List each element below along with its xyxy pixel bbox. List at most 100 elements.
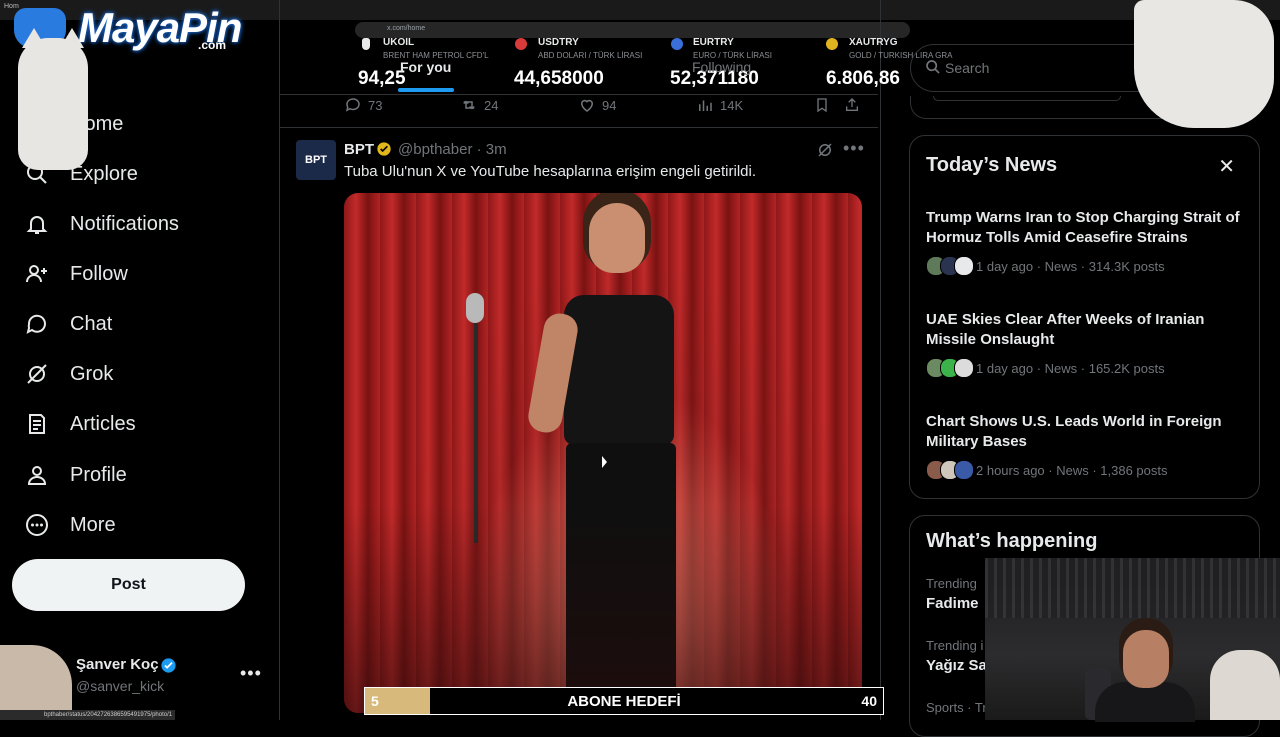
news-avatars (926, 460, 974, 480)
news-meta: 1 day ago · News · 165.2K posts (976, 360, 1165, 376)
like-button[interactable]: 94 (578, 96, 616, 114)
news-item[interactable]: Trump Warns Iran to Stop Charging Strait… (926, 208, 1246, 276)
news-item[interactable]: Chart Shows U.S. Leads World in Foreign … (926, 412, 1246, 480)
account-avatar[interactable] (0, 645, 72, 720)
ticker-symbol: USDTRY (538, 37, 579, 48)
sidebar-item-more[interactable]: More (22, 505, 116, 545)
news-avatars (926, 358, 974, 378)
trend-name: Fadime (926, 595, 979, 612)
sidebar-item-grok[interactable]: Grok (22, 354, 113, 394)
reply-button[interactable]: 73 (344, 96, 382, 114)
tweet-text: Tuba Ulu'nun X ve YouTube hesaplarına er… (344, 163, 757, 180)
trend-name: Yağız Sa (926, 657, 987, 674)
chat-icon (22, 309, 52, 339)
card-title: What’s happening (926, 530, 1098, 552)
sidebar-item-label: Grok (70, 362, 114, 385)
trend-context: Sports · Tr (926, 700, 987, 715)
person-add-icon (22, 259, 52, 289)
repost-button[interactable]: 24 (460, 96, 498, 114)
cat-sticker (1134, 0, 1274, 128)
account-handle: @sanver_kick (76, 678, 165, 694)
sidebar-item-label: Profile (70, 463, 127, 486)
more-circle-icon (22, 510, 52, 540)
verified-gold-icon (377, 142, 391, 156)
subscriber-goal-bar: 5 ABONE HEDEFİ 40 (364, 687, 884, 715)
sidebar-item-label: Explore (70, 162, 138, 185)
trend-item[interactable]: Trending i Yağız Sa (926, 638, 987, 674)
profile-icon (22, 460, 52, 490)
tweet-handle-time[interactable]: @bpthaber · 3m (398, 141, 507, 158)
share-button[interactable] (844, 96, 860, 114)
tweet-more-icon[interactable]: ••• (843, 138, 865, 159)
sidebar-item-label: Notifications (70, 212, 179, 235)
heart-icon (580, 99, 594, 112)
like-count: 94 (602, 97, 617, 113)
reply-count: 73 (368, 97, 383, 113)
bookmark-button[interactable] (814, 96, 830, 114)
tab-following[interactable]: Following (692, 59, 751, 75)
card-title: Today’s News (926, 154, 1058, 176)
close-icon[interactable]: ✕ (1218, 154, 1235, 179)
share-icon (846, 98, 858, 111)
reply-icon (345, 98, 360, 112)
ticker-value: 44,658000 (514, 68, 604, 89)
tweet-author-avatar[interactable]: BPT (296, 140, 336, 180)
divider (280, 127, 878, 128)
repost-icon (463, 100, 475, 110)
sidebar-item-label: More (70, 513, 116, 536)
ticker-value: 6.806,86 (826, 68, 900, 89)
usd-flag-icon (515, 38, 527, 50)
status-bar-url: bpthaber/status/2042726386595491975/phot… (0, 710, 175, 720)
cat-sticker (1210, 650, 1280, 720)
divider (280, 94, 878, 95)
sidebar-item-follow[interactable]: Follow (22, 254, 128, 294)
trend-context: Trending (926, 576, 977, 591)
ticker-symbol: XAUTRYG (849, 37, 898, 48)
article-icon (22, 409, 52, 439)
ticker-subtitle: ABD DOLARI / TÜRK LİRASI (538, 51, 643, 60)
previous-tweet-actions: 73 24 94 14K (344, 96, 864, 116)
sidebar-item-chat[interactable]: Chat (22, 304, 112, 344)
news-headline: Chart Shows U.S. Leads World in Foreign … (926, 413, 1222, 450)
eur-flag-icon (671, 38, 683, 50)
cat-sticker (18, 28, 88, 170)
sidebar-item-label: Chat (70, 312, 113, 335)
gold-icon (826, 38, 838, 50)
tweet-photo[interactable] (344, 193, 862, 713)
goal-target: 40 (861, 693, 877, 709)
bell-icon (22, 209, 52, 239)
sidebar-item-notifications[interactable]: Notifications (22, 204, 179, 244)
news-avatars (926, 256, 974, 276)
sidebar-item-articles[interactable]: Articles (22, 404, 136, 444)
tab-for-you[interactable]: For you (400, 59, 451, 75)
trend-item[interactable]: Trending Fadime (926, 576, 979, 612)
active-tab-indicator (398, 88, 454, 92)
ticker-symbol: UKOIL (383, 37, 415, 48)
news-item[interactable]: UAE Skies Clear After Weeks of Iranian M… (926, 310, 1246, 378)
tweet-author-name[interactable]: BPT (344, 141, 374, 158)
account-more-icon[interactable]: ••• (240, 663, 262, 684)
post-button[interactable]: Post (12, 559, 245, 611)
views-button[interactable]: 14K (696, 96, 743, 114)
sidebar-item-label: Follow (70, 262, 128, 285)
logo-subtext: .com (198, 38, 227, 52)
search-input[interactable]: Search (945, 60, 989, 76)
trend-context: Trending i (926, 638, 984, 653)
view-count: 14K (720, 97, 744, 113)
views-icon (699, 100, 712, 111)
sidebar-item-label: Articles (70, 412, 136, 435)
trend-item[interactable]: Sports · Tr (926, 700, 987, 715)
grok-icon (22, 359, 52, 389)
verified-blue-icon (161, 658, 176, 673)
account-name[interactable]: Şanver Koç (76, 656, 159, 673)
sidebar-item-profile[interactable]: Profile (22, 455, 127, 495)
goal-label: ABONE HEDEFİ (567, 693, 681, 710)
grok-icon[interactable] (816, 141, 834, 159)
news-meta: 2 hours ago · News · 1,386 posts (976, 462, 1168, 478)
bookmark-icon (817, 98, 827, 113)
oil-drop-icon (362, 38, 370, 50)
todays-news-card: Today’s News ✕ Trump Warns Iran to Stop … (909, 135, 1260, 499)
ticker-value: 94,25 (358, 68, 406, 89)
news-headline: Trump Warns Iran to Stop Charging Strait… (926, 209, 1240, 246)
search-icon (926, 60, 940, 74)
